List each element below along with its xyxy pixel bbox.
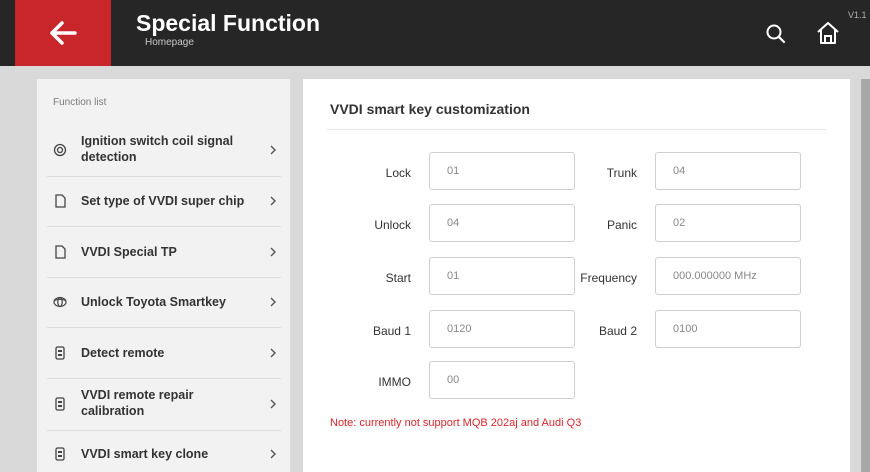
remote-icon xyxy=(55,397,65,411)
sidebar-item-vvdi-smart-key-clone[interactable]: VVDI smart key clone xyxy=(47,430,281,472)
coil-icon xyxy=(53,143,67,157)
scrollbar[interactable] xyxy=(861,79,870,472)
page-title: Special Function xyxy=(136,10,321,36)
baud2-field[interactable]: 0100 xyxy=(655,310,801,348)
sidebar-item-label: Detect remote xyxy=(81,346,165,360)
sidebar-item-label: VVDI Special TP xyxy=(81,245,177,259)
immo-field[interactable]: 00 xyxy=(429,361,575,399)
search-icon[interactable] xyxy=(764,22,788,46)
frequency-value: 000.000000 MHz xyxy=(673,270,757,282)
back-button[interactable] xyxy=(15,0,111,66)
baud1-label: Baud 1 xyxy=(372,324,411,338)
baud2-label: Baud 2 xyxy=(598,324,637,338)
toyota-icon xyxy=(53,296,67,308)
lock-field[interactable]: 01 xyxy=(429,152,575,190)
smart-key-customization-panel: VVDI smart key customization Lock 01 Tru… xyxy=(303,79,850,472)
trunk-field[interactable]: 04 xyxy=(655,152,801,190)
baud2-value: 0100 xyxy=(673,323,698,335)
sidebar-item-vvdi-super-chip[interactable]: Set type of VVDI super chip xyxy=(47,176,281,227)
chip-icon xyxy=(55,194,66,208)
chevron-right-icon xyxy=(270,449,276,459)
sidebar-item-vvdi-special-tp[interactable]: VVDI Special TP xyxy=(47,226,281,278)
support-note: Note: currently not support MQB 202aj an… xyxy=(330,417,582,429)
sidebar-item-unlock-toyota-smartkey[interactable]: Unlock Toyota Smartkey xyxy=(47,277,281,328)
sidebar-item-label: Set type of VVDI super chip xyxy=(81,194,245,208)
remote-icon xyxy=(55,447,65,461)
unlock-value: 04 xyxy=(447,217,460,229)
function-list-panel: Function list Ignition switch coil signa… xyxy=(37,79,290,472)
chevron-right-icon xyxy=(270,247,276,257)
panel-title: VVDI smart key customization xyxy=(330,101,530,117)
top-bar: Special Function Homepage V1.1 xyxy=(0,0,870,66)
trunk-label: Trunk xyxy=(606,166,637,180)
unlock-field[interactable]: 04 xyxy=(429,204,575,242)
sidebar-item-vvdi-remote-repair-calibration[interactable]: VVDI remote repair calibration xyxy=(47,378,281,431)
title-block: Special Function Homepage xyxy=(136,10,320,50)
lock-label: Lock xyxy=(385,166,411,180)
sidebar-item-label: Ignition switch coil signal detection xyxy=(81,134,234,164)
arrow-left-icon xyxy=(50,21,77,45)
baud1-value: 0120 xyxy=(447,323,472,335)
frequency-field[interactable]: 000.000000 MHz xyxy=(655,257,801,295)
baud1-field[interactable]: 0120 xyxy=(429,310,575,348)
trunk-value: 04 xyxy=(673,165,686,177)
immo-value: 00 xyxy=(447,374,460,386)
function-list-heading: Function list xyxy=(53,97,107,108)
immo-label: IMMO xyxy=(378,375,411,389)
breadcrumb[interactable]: Homepage xyxy=(145,36,320,50)
panic-label: Panic xyxy=(606,218,637,232)
sidebar-item-label: Unlock Toyota Smartkey xyxy=(81,295,226,309)
chevron-right-icon xyxy=(270,399,276,409)
panic-value: 02 xyxy=(673,217,686,229)
sidebar-item-detect-remote[interactable]: Detect remote xyxy=(47,327,281,379)
chevron-right-icon xyxy=(270,297,276,307)
home-icon[interactable] xyxy=(815,20,841,46)
panic-field[interactable]: 02 xyxy=(655,204,801,242)
chip-icon xyxy=(55,245,66,259)
sidebar-item-ignition-coil-detection[interactable]: Ignition switch coil signal detection xyxy=(47,124,281,177)
start-field[interactable]: 01 xyxy=(429,257,575,295)
chevron-right-icon xyxy=(270,196,276,206)
chevron-right-icon xyxy=(270,145,276,155)
unlock-label: Unlock xyxy=(374,218,411,232)
sidebar-item-label: VVDI smart key clone xyxy=(81,447,209,461)
divider xyxy=(327,129,827,130)
lock-value: 01 xyxy=(447,165,460,177)
start-value: 01 xyxy=(447,270,460,282)
remote-icon xyxy=(55,346,65,360)
version-label: V1.1 xyxy=(848,10,867,20)
frequency-label: Frequency xyxy=(580,271,637,285)
chevron-right-icon xyxy=(270,348,276,358)
start-label: Start xyxy=(385,271,411,285)
sidebar-item-label: VVDI remote repair calibration xyxy=(81,388,194,418)
